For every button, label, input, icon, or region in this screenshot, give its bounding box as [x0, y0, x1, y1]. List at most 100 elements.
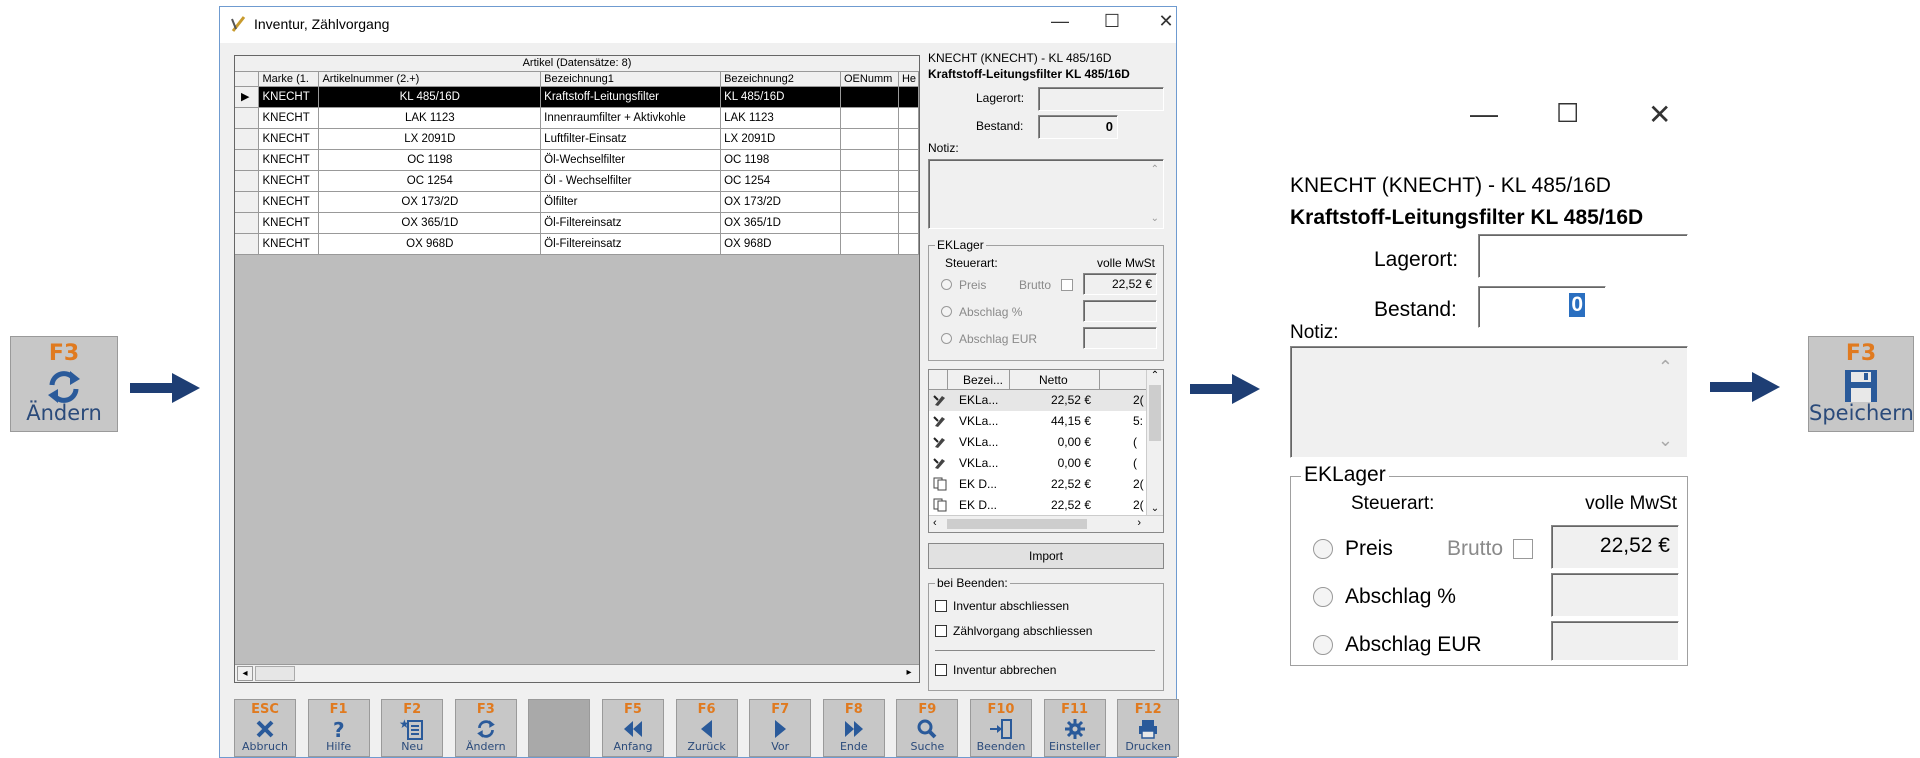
fkey-vor-button[interactable]: F7 Vor: [749, 699, 812, 757]
fkey--ndern-button[interactable]: F3 Ändern: [454, 699, 517, 757]
zoom-discount-eur-field[interactable]: [1551, 621, 1679, 661]
f3-save-button-large[interactable]: F3 Speichern: [1808, 336, 1914, 432]
fkey-anfang-button[interactable]: F5 Anfang: [602, 699, 664, 757]
fkey-label: Zurück: [687, 740, 726, 753]
row-indicator[interactable]: [235, 149, 260, 171]
table-row[interactable]: KNECHT OC 1198 Öl-Wechselfilter OC 1198: [235, 149, 920, 171]
discount-percent-radio[interactable]: [941, 306, 952, 317]
row-pointer-icon[interactable]: ▶: [235, 86, 260, 108]
discount-eur-radio[interactable]: [941, 333, 952, 344]
maximize-button[interactable]: ☐: [1092, 11, 1132, 32]
finish-count-checkbox[interactable]: [935, 625, 947, 637]
list-item[interactable]: VKLa... 44,15 € 5:: [929, 411, 1163, 432]
f3-change-button-large[interactable]: F3 Ändern: [10, 336, 118, 432]
table-row[interactable]: ▶ KNECHT KL 485/16D Kraftstoff-Leitungsfilt…: [235, 86, 920, 108]
zoom-discount-percent-radio[interactable]: [1313, 587, 1333, 607]
table-row[interactable]: KNECHT OX 173/2D Ölfilter OX 173/2D: [235, 191, 920, 213]
scroll-up-icon[interactable]: ⌃: [1658, 357, 1673, 378]
next-icon: [750, 718, 810, 742]
table-cell: KNECHT: [258, 191, 320, 213]
scroll-down-icon[interactable]: ⌄: [1658, 430, 1673, 451]
row-indicator[interactable]: [235, 233, 260, 255]
table-row[interactable]: KNECHT LAK 1123 Innenraumfilter + Aktivkoh…: [235, 107, 920, 129]
fkey-ende-button[interactable]: F8 Ende: [822, 699, 885, 757]
discount-eur-field[interactable]: [1083, 327, 1157, 349]
row-indicator[interactable]: [235, 170, 260, 192]
fkey-beenden-button[interactable]: F10 Beenden: [970, 699, 1032, 757]
column-header[interactable]: Bezeichnung2: [720, 72, 841, 87]
list-item[interactable]: EK D... 22,52 € 2(: [929, 474, 1163, 495]
list-item[interactable]: EK D... 22,52 € 2(: [929, 495, 1163, 516]
zoom-price-radio[interactable]: [1313, 539, 1333, 559]
stock-field[interactable]: 0: [1038, 115, 1118, 139]
storage-location-field[interactable]: [1038, 87, 1164, 111]
table-cell: LX 2091D: [318, 128, 542, 150]
price-radio[interactable]: [941, 279, 952, 290]
list-item[interactable]: VKLa... 0,00 € (: [929, 453, 1163, 474]
price-extra: (: [1133, 456, 1137, 470]
zoom-note-field[interactable]: ⌃ ⌄: [1290, 346, 1688, 458]
list-item[interactable]: EKLa... 22,52 € 2(: [929, 390, 1163, 411]
zoom-discount-percent-field[interactable]: [1551, 573, 1679, 617]
fkey-code: F3: [48, 341, 80, 366]
gear-icon: [1045, 718, 1105, 742]
scroll-down-icon[interactable]: ⌄: [1151, 213, 1159, 224]
table-row[interactable]: KNECHT OX 968D Öl-Filtereinsatz OX 968D: [235, 233, 920, 255]
cancel-inventory-checkbox[interactable]: [935, 664, 947, 676]
zoom-discount-eur-radio[interactable]: [1313, 635, 1333, 655]
row-indicator[interactable]: [235, 107, 260, 129]
fkey-suche-button[interactable]: F9 Suche: [896, 699, 959, 757]
minimize-button[interactable]: —: [1040, 11, 1080, 32]
zoom-stock-field[interactable]: 0: [1478, 286, 1606, 328]
list-item[interactable]: VKLa... 0,00 € (: [929, 432, 1163, 453]
fkey-zur-ck-button[interactable]: F6 Zurück: [675, 699, 738, 757]
horizontal-scrollbar[interactable]: ‹ ›: [929, 515, 1163, 532]
fkey-neu-button[interactable]: F2 ★ Neu: [381, 699, 444, 757]
row-indicator[interactable]: [235, 128, 260, 150]
row-indicator[interactable]: [235, 212, 260, 234]
save-icon: [1845, 370, 1877, 402]
discount-percent-field[interactable]: [1083, 300, 1157, 322]
note-field[interactable]: ⌃ ⌄: [928, 159, 1164, 229]
fkey-einsteller-button[interactable]: F11 Einsteller: [1043, 699, 1106, 757]
column-header[interactable]: Marke (1.: [258, 72, 320, 87]
scroll-down-icon[interactable]: ⌄: [1147, 503, 1163, 514]
import-button[interactable]: Import: [928, 543, 1164, 569]
price-list[interactable]: Bezei... Netto EKLa... 22,52 € 2(VKLa... 44…: [928, 369, 1164, 533]
price-field[interactable]: 22,52 €: [1083, 273, 1157, 295]
column-header[interactable]: Artikelnummer (2.+): [318, 72, 542, 87]
close-button[interactable]: ✕: [1146, 11, 1186, 32]
scroll-thumb[interactable]: [255, 666, 295, 681]
table-row[interactable]: KNECHT LX 2091D Luftfilter-Einsatz LX 2091D: [235, 128, 920, 150]
article-grid[interactable]: Artikel (Datensätze: 8) Marke (1. Artike…: [234, 55, 920, 683]
row-indicator[interactable]: [235, 191, 260, 213]
fkey-abbruch-button[interactable]: ESC Abbruch: [234, 699, 296, 757]
fkey-hilfe-button[interactable]: F1? Hilfe: [307, 699, 370, 757]
column-header[interactable]: Bezeichnung1: [540, 72, 722, 87]
scroll-right-button[interactable]: ▸: [901, 666, 917, 681]
column-header[interactable]: He: [898, 72, 920, 87]
table-row[interactable]: KNECHT OX 365/1D Öl-Filtereinsatz OX 365/1D: [235, 212, 920, 234]
zoom-price-field[interactable]: 22,52 €: [1551, 525, 1679, 569]
vertical-scrollbar[interactable]: ⌃ ⌄: [1146, 370, 1163, 516]
scroll-thumb[interactable]: [947, 519, 1087, 529]
ek-lager-legend: EKLager: [935, 238, 986, 252]
scroll-right-icon[interactable]: ›: [1137, 517, 1141, 529]
column-header[interactable]: Bezei...: [963, 373, 1003, 387]
gross-checkbox[interactable]: [1061, 279, 1073, 291]
column-header[interactable]: Netto: [1039, 373, 1068, 387]
zoom-storage-location-field[interactable]: [1478, 234, 1688, 278]
fkey-drucken-button[interactable]: F12 Drucken: [1117, 699, 1180, 757]
finish-inventory-checkbox[interactable]: [935, 600, 947, 612]
table-cell: KNECHT: [258, 170, 320, 192]
scroll-left-icon[interactable]: ‹: [933, 517, 937, 529]
column-header[interactable]: OENumm: [840, 72, 899, 87]
scroll-thumb[interactable]: [1149, 385, 1161, 441]
scroll-up-icon[interactable]: ⌃: [1151, 164, 1159, 175]
table-row[interactable]: KNECHT OC 1254 Öl - Wechselfilter OC 1254: [235, 170, 920, 192]
zoom-gross-checkbox[interactable]: [1513, 539, 1533, 559]
scroll-up-icon[interactable]: ⌃: [1147, 370, 1163, 381]
horizontal-scrollbar[interactable]: ◂ ▸: [235, 664, 919, 682]
scroll-left-button[interactable]: ◂: [237, 666, 253, 681]
table-cell: OX 365/1D: [720, 212, 841, 234]
